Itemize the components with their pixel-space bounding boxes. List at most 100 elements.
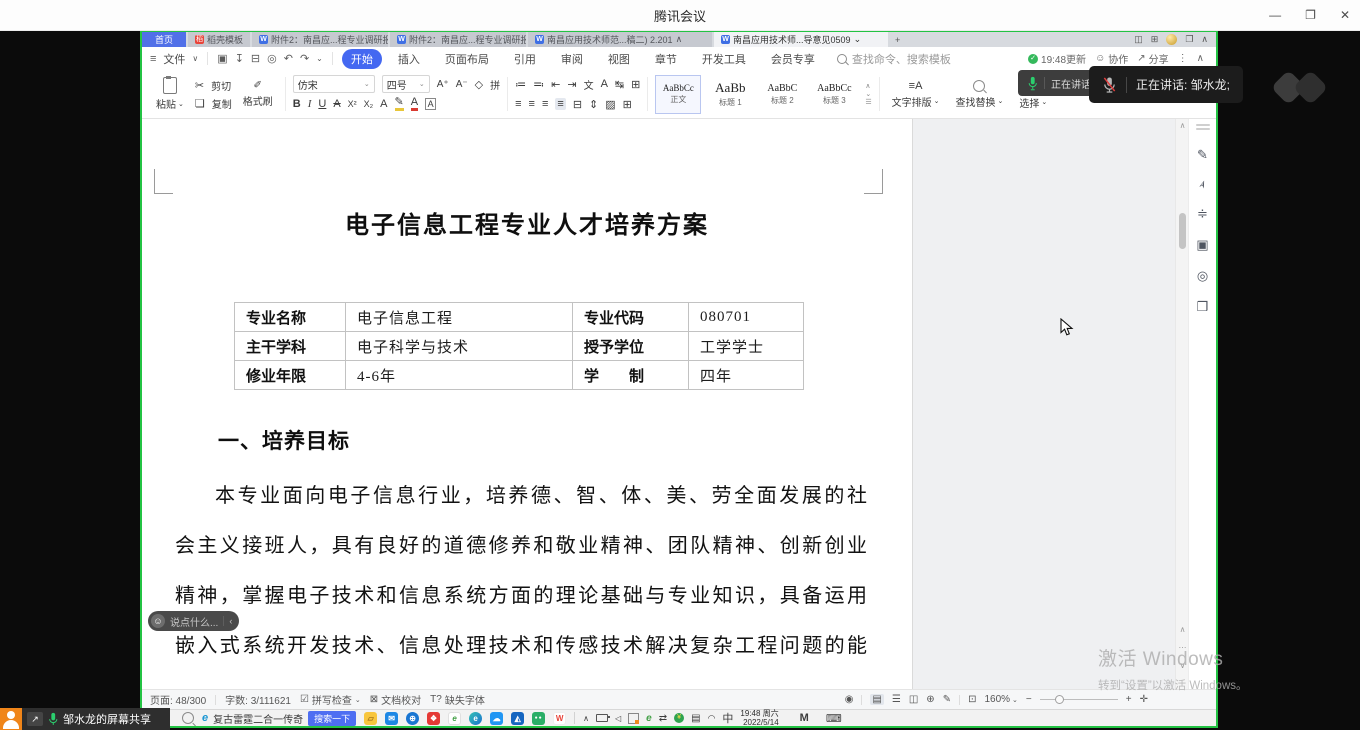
distribute-icon[interactable]: ⊟ [573,98,582,111]
pinyin-guide-icon[interactable]: 拼 [490,77,500,92]
sync-tray-icon[interactable]: ⇄ [659,713,667,724]
tab-home[interactable]: 首页 [142,32,186,47]
menu-view[interactable]: 视图 [599,49,639,69]
viewer-speaking-bar[interactable]: 正在讲话: 邹水龙; [1089,66,1243,103]
subscript-icon[interactable]: X₂ [364,99,374,109]
page-indicator[interactable]: 页面: 48/300 [150,692,206,707]
location-icon[interactable]: ◎ [1197,268,1208,284]
write-mode-icon[interactable]: ✎ [943,694,951,705]
style-heading2[interactable]: AaBbC 标题 2 [759,75,805,114]
font-color-icon[interactable]: A [411,97,418,111]
zoom-slider-knob[interactable] [1055,695,1064,704]
styles-up-icon[interactable]: ∧ [865,83,871,90]
menu-references[interactable]: 引用 [505,49,545,69]
collab-button[interactable]: ☺ 协作 [1095,51,1128,66]
pen-icon[interactable]: ✎ [1197,147,1208,163]
align-center-icon[interactable]: ≡ [529,98,535,110]
drag-handle[interactable] [1196,124,1210,126]
fit-page-icon[interactable]: ⊡ [968,694,976,705]
netdisk-cloud-icon[interactable]: ☁ [490,712,503,725]
decrease-indent-icon[interactable]: ⇤ [551,78,560,91]
tray-expand-icon[interactable]: ∧ [583,714,589,723]
align-right-icon[interactable]: ≡ [542,98,548,110]
borders-icon[interactable]: ⊞ [623,98,632,111]
page-view-icon[interactable]: ▤ [870,694,883,705]
wps-app-icon[interactable]: W [553,712,566,725]
undo-icon[interactable]: ↶ [284,52,293,65]
increase-indent-icon[interactable]: ⇥ [567,78,576,91]
tab-dropdown-icon[interactable]: ⌄ [854,34,862,45]
document-page[interactable]: 电子信息工程专业人才培养方案 专业名称 电子信息工程 专业代码 080701 主… [142,119,913,689]
missing-font-button[interactable]: T? 缺失字体 [430,692,485,707]
tab-doc-4-active[interactable]: W 南昌应用技术师...导意见0509 ⌄ [714,32,888,47]
menu-section[interactable]: 章节 [646,49,686,69]
select-tool-icon[interactable]: ➢ [1195,178,1210,191]
printer-tray-icon[interactable]: ▤ [691,713,700,724]
styles-down-icon[interactable]: ⌄ [865,91,871,98]
window-grid-icon[interactable]: ⊞ [1151,34,1159,45]
formatting-marks-icon[interactable]: ⊞ [631,78,640,91]
browser-globe-icon[interactable]: ⊕ [406,712,419,725]
file-menu[interactable]: 文件 [163,51,185,67]
wechat-icon[interactable]: ●● [532,712,545,725]
tab-doc-1[interactable]: W 附件2：南昌应...程专业调研报告 [252,32,388,47]
screen-share-indicator[interactable]: ↗ 邹水龙的屏幕共享 [0,708,170,730]
style-heading3[interactable]: AaBbCc 标题 3 [811,75,857,114]
align-justify-icon[interactable]: ≡ [555,98,565,110]
minimize-button[interactable]: — [1269,8,1281,22]
screenshot-tray-icon[interactable] [628,713,639,724]
more-menu-icon[interactable]: ⋮ [1178,53,1188,64]
wifi-icon[interactable]: ◠ [708,713,716,724]
new-tab-button[interactable]: + [890,32,905,47]
styles-more-icon[interactable]: ☰ [865,99,871,106]
line-spacing-icon[interactable]: ⇕ [589,98,598,111]
style-heading1[interactable]: AaBb 标题 1 [707,75,753,114]
news-search-widget[interactable]: e 复古雷霆二合一传奇 搜索一下 [202,711,356,726]
zoom-slider[interactable] [1040,699,1118,700]
export-icon[interactable]: ↧ [235,52,244,65]
command-search[interactable]: 查找命令、搜索模板 [837,51,951,67]
clear-format-icon[interactable]: ◇ [475,78,483,91]
paste-button[interactable]: 粘贴⌄ [151,77,189,111]
tab-daoke-template[interactable]: 稻 稻壳模板 [188,32,250,47]
keyboard-ime-icon[interactable]: ⌨ [826,712,842,725]
stamp-icon[interactable]: ▣ [1196,237,1208,253]
share-button[interactable]: ↗ 分享 [1137,51,1168,66]
zoom-out-icon[interactable]: − [1026,694,1032,705]
bold-icon[interactable]: B [293,98,301,110]
tab-char-icon[interactable]: ↹ [615,78,624,91]
battery-icon[interactable] [596,714,608,722]
tab-pin-icon[interactable]: ∧ [676,34,683,45]
web-view-icon[interactable]: ⊕ [926,694,934,705]
fullscreen-icon[interactable]: ✛ [1140,694,1148,705]
grow-font-icon[interactable]: A⁺ [437,79,449,90]
edge-icon[interactable]: e [469,712,482,725]
mountain-app-icon[interactable]: ◭ [511,712,524,725]
save-icon[interactable]: ▣ [217,52,227,65]
cut-button[interactable]: ✂ 剪切 [195,76,232,94]
proofread-button[interactable]: ⊠ 文档校对 [370,692,421,707]
numbering-icon[interactable]: ≕ [533,78,544,91]
wps-collapse-icon[interactable]: ∧ [1201,34,1208,45]
wordart-icon[interactable]: A [380,98,387,110]
print-preview-icon[interactable]: ◎ [267,52,277,65]
word-count[interactable]: 字数: 3/111621 [225,692,291,707]
spell-check-button[interactable]: ☑ 拼写检查 ⌄ [300,692,361,707]
cjk-layout-icon[interactable]: 文 [584,77,594,92]
tab-doc-3[interactable]: W 南昌应用技术师范...稿二) 2.201 ∧ [528,32,712,47]
maximize-button[interactable]: ❐ [1305,8,1316,22]
clock[interactable]: 19:48 周六 2022/5/14 [740,710,778,727]
redo-icon[interactable]: ↷ [300,52,309,65]
outline-view-icon[interactable]: ☰ [892,694,901,705]
font-name-select[interactable]: 仿宋 ⌄ [293,75,375,93]
dictionary-icon[interactable]: ❒ [1197,299,1209,315]
menu-page-layout[interactable]: 页面布局 [436,49,498,69]
mail-icon[interactable]: ✉ [385,712,398,725]
strikethrough-icon[interactable]: A [333,98,340,110]
highlight-icon[interactable]: ✎ [395,97,404,111]
find-replace-button[interactable]: 查找替换⌄ [951,80,1009,109]
volume-icon[interactable]: ◁ [615,714,621,723]
document-title[interactable]: 电子信息工程专业人才培养方案 [142,205,912,240]
font-size-select[interactable]: 四号 ⌄ [382,75,430,93]
security-tray-icon[interactable]: ¥ [674,713,684,723]
